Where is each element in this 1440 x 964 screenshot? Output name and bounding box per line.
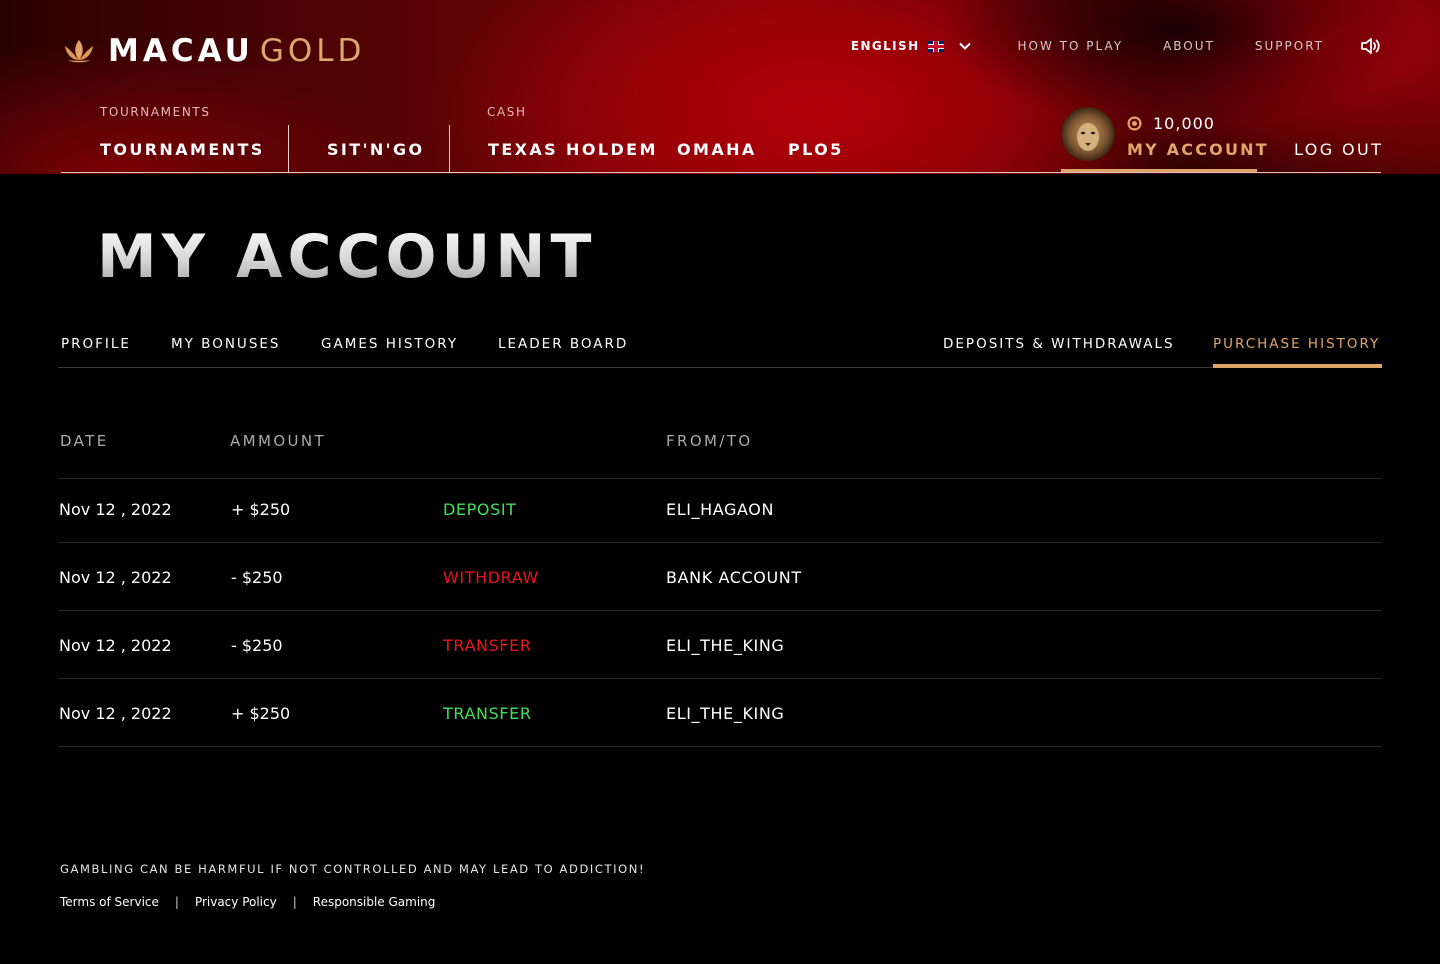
page-title: MY ACCOUNT [97, 222, 597, 292]
logout-button[interactable]: LOG OUT [1294, 140, 1383, 159]
balance: 10,000 [1127, 114, 1215, 133]
balance-value: 10,000 [1153, 114, 1215, 133]
my-account-link[interactable]: MY ACCOUNT [1127, 140, 1269, 159]
chevron-down-icon [958, 42, 971, 50]
tab-profile[interactable]: PROFILE [61, 336, 131, 352]
nav-about[interactable]: ABOUT [1163, 39, 1215, 53]
tabs-divider [58, 367, 1382, 368]
active-tab-indicator [1213, 364, 1382, 368]
lotus-logo-icon [65, 40, 93, 63]
gambling-warning: GAMBLING CAN BE HARMFUL IF NOT CONTROLLE… [60, 862, 646, 876]
separator: | [292, 895, 297, 909]
account-tabs: PROFILE MY BONUSES GAMES HISTORY LEADER … [61, 336, 1382, 368]
column-header-date: DATE [60, 432, 109, 450]
tab-texas-holdem[interactable]: TEXAS HOLDEM [488, 140, 658, 159]
link-terms-of-service[interactable]: Terms of Service [60, 895, 159, 909]
divider [449, 125, 450, 173]
column-header-amount: AMMOUNT [230, 432, 327, 450]
row-divider [58, 610, 1382, 611]
row-party: ELI_THE_KING [666, 636, 785, 655]
link-privacy-policy[interactable]: Privacy Policy [195, 895, 277, 909]
logo[interactable]: MACAU GOLD [62, 32, 365, 70]
tab-purchase-history[interactable]: PURCHASE HISTORY [1213, 336, 1380, 352]
row-type: WITHDRAW [443, 568, 539, 587]
separator: | [174, 895, 179, 909]
row-amount: - $250 [231, 636, 283, 655]
lion-avatar-icon [1061, 107, 1115, 161]
avatar[interactable] [1061, 107, 1115, 161]
row-amount: + $250 [231, 704, 291, 723]
row-date: Nov 12 , 2022 [59, 500, 172, 519]
row-amount: + $250 [231, 500, 291, 519]
tab-my-bonuses[interactable]: MY BONUSES [171, 336, 280, 352]
column-header-from-to: FROM/TO [666, 432, 753, 450]
divider [288, 125, 289, 173]
tab-tournaments[interactable]: TOURNAMENTS [100, 140, 265, 159]
row-divider [58, 542, 1382, 543]
tab-omaha[interactable]: OMAHA [677, 140, 757, 159]
tab-sit-n-go[interactable]: SIT'N'GO [327, 140, 425, 159]
tab-games-history[interactable]: GAMES HISTORY [321, 336, 458, 352]
row-party: ELI_THE_KING [666, 704, 785, 723]
nav-support[interactable]: SUPPORT [1255, 39, 1324, 53]
link-responsible-gaming[interactable]: Responsible Gaming [313, 895, 436, 909]
row-date: Nov 12 , 2022 [59, 704, 172, 723]
header-divider [61, 172, 1381, 173]
row-date: Nov 12 , 2022 [59, 568, 172, 587]
top-nav: ENGLISH HOW TO PLAY ABOUT SUPPORT [851, 38, 1380, 54]
footer-links: Terms of Service | Privacy Policy | Resp… [60, 895, 435, 909]
row-type: DEPOSIT [443, 500, 517, 519]
chip-icon [1127, 116, 1142, 131]
row-divider [58, 678, 1382, 679]
tab-leader-board[interactable]: LEADER BOARD [498, 336, 628, 352]
site-header: MACAU GOLD ENGLISH HOW TO PLAY ABOUT SUP… [0, 0, 1440, 174]
row-party: BANK ACCOUNT [666, 568, 802, 587]
tab-deposits-withdrawals[interactable]: DEPOSITS & WITHDRAWALS [943, 336, 1175, 352]
row-type: TRANSFER [443, 636, 532, 655]
language-selector[interactable]: ENGLISH [851, 39, 972, 53]
row-type: TRANSFER [443, 704, 532, 723]
row-divider [58, 746, 1382, 747]
row-divider [58, 478, 1382, 479]
category-tournaments: TOURNAMENTS [100, 105, 211, 119]
category-cash: CASH [487, 105, 527, 119]
brand-name-secondary: GOLD [259, 33, 366, 69]
brand-name-primary: MACAU [108, 33, 254, 69]
nav-how-to-play[interactable]: HOW TO PLAY [1018, 39, 1124, 53]
row-date: Nov 12 , 2022 [59, 636, 172, 655]
language-label: ENGLISH [850, 39, 920, 53]
uk-flag-icon [927, 40, 944, 52]
speaker-icon[interactable] [1360, 37, 1380, 55]
row-amount: - $250 [231, 568, 283, 587]
tab-plo5[interactable]: PLO5 [788, 140, 844, 159]
row-party: ELI_HAGAON [666, 500, 775, 519]
